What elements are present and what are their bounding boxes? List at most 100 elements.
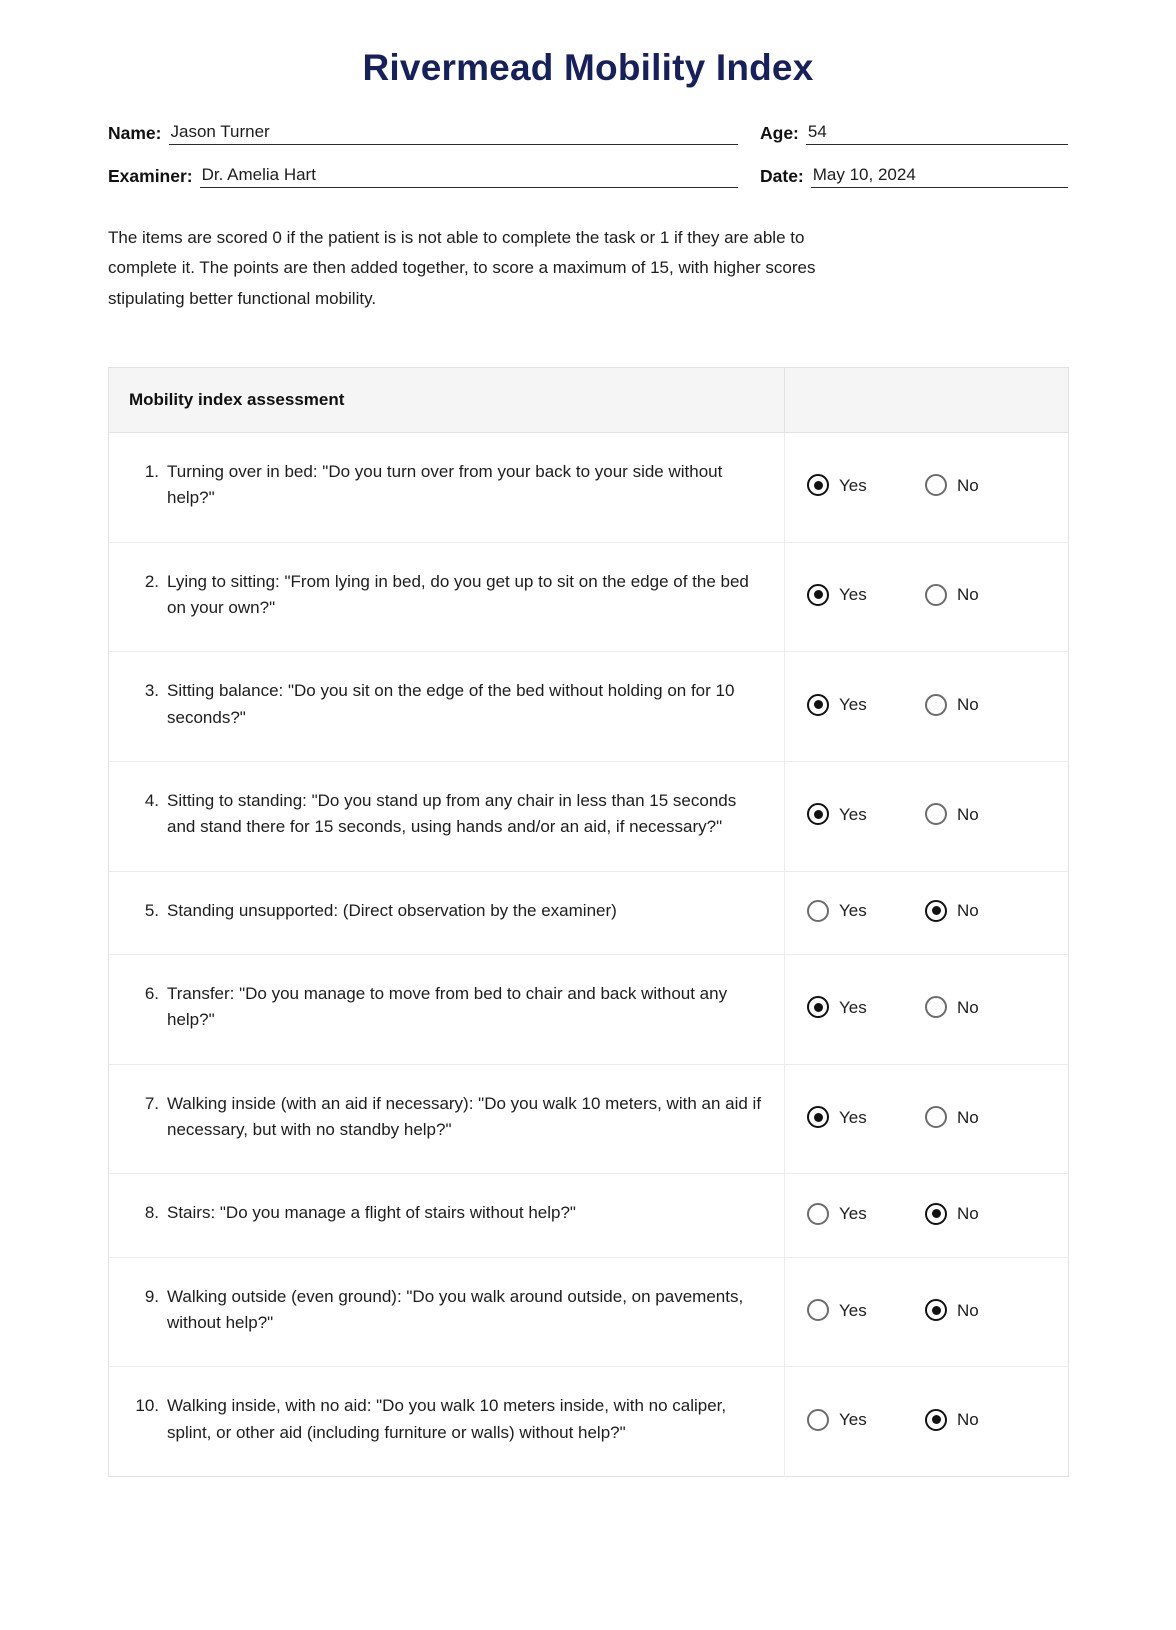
- radio-selected-icon[interactable]: [925, 1299, 947, 1322]
- radio-dot-icon: [813, 590, 823, 600]
- radio-label: Yes: [839, 695, 867, 715]
- radio-dot-icon: [813, 480, 823, 490]
- radio-option-yes[interactable]: Yes: [807, 996, 925, 1019]
- table-body: 1. Turning over in bed: "Do you turn over…: [108, 432, 1069, 1477]
- age-field[interactable]: Age: 54: [738, 121, 1068, 145]
- date-label: Date:: [760, 166, 804, 187]
- column-header-assessment: Mobility index assessment: [108, 367, 785, 433]
- radio-selected-icon[interactable]: [807, 474, 829, 497]
- radio-option-yes[interactable]: Yes: [807, 474, 925, 497]
- assessment-item: 8. Stairs: "Do you manage a flight of sta…: [129, 1200, 768, 1226]
- radio-unselected-icon[interactable]: [925, 996, 947, 1019]
- radio-option-yes[interactable]: Yes: [807, 1408, 925, 1431]
- radio-option-yes[interactable]: Yes: [807, 1106, 925, 1129]
- table-header-row: Mobility index assessment: [108, 367, 1069, 433]
- assessment-item-cell: 5. Standing unsupported: (Direct observat…: [108, 870, 785, 955]
- date-field[interactable]: Date: May 10, 2024: [738, 164, 1068, 189]
- answer-cell: Yes No: [784, 1063, 1069, 1174]
- item-number: 9.: [144, 1286, 159, 1306]
- radio-option-no[interactable]: No: [925, 1408, 1043, 1431]
- radio-dot-icon: [813, 809, 823, 819]
- radio-selected-icon[interactable]: [807, 803, 829, 826]
- radio-unselected-icon[interactable]: [807, 1299, 829, 1322]
- radio-unselected-icon[interactable]: [925, 1106, 947, 1129]
- radio-option-yes[interactable]: Yes: [807, 899, 925, 922]
- assessment-item-cell: 3. Sitting balance: "Do you sit on the ed…: [108, 651, 785, 762]
- item-number: 1.: [144, 461, 159, 481]
- radio-label: Yes: [839, 997, 867, 1017]
- radio-option-no[interactable]: No: [925, 996, 1043, 1019]
- assessment-item-cell: 7. Walking inside (with an aid if necessa…: [108, 1063, 785, 1174]
- radio-option-yes[interactable]: Yes: [807, 803, 925, 826]
- radio-label: No: [957, 1300, 979, 1320]
- radio-label: No: [957, 1107, 979, 1127]
- radio-group: Yes No: [785, 1408, 1058, 1431]
- name-label: Name:: [108, 123, 162, 144]
- table-row: 2. Lying to sitting: "From lying in bed, …: [108, 541, 1069, 652]
- radio-dot-icon: [813, 1112, 823, 1122]
- page-title: Rivermead Mobility Index: [362, 47, 814, 88]
- scoring-instructions: The items are scored 0 if the patient is…: [108, 228, 816, 308]
- radio-option-yes[interactable]: Yes: [807, 693, 925, 716]
- radio-option-no[interactable]: No: [925, 474, 1043, 497]
- name-field[interactable]: Name: Jason Turner: [108, 121, 738, 145]
- radio-option-no[interactable]: No: [925, 803, 1043, 826]
- name-input[interactable]: Jason Turner: [168, 121, 738, 145]
- date-input[interactable]: May 10, 2024: [810, 164, 1068, 189]
- radio-selected-icon[interactable]: [925, 1408, 947, 1431]
- age-input[interactable]: 54: [805, 121, 1068, 145]
- radio-unselected-icon[interactable]: [925, 474, 947, 497]
- radio-selected-icon[interactable]: [925, 1202, 947, 1225]
- table-row: 1. Turning over in bed: "Do you turn over…: [108, 432, 1069, 543]
- answer-cell: Yes No: [784, 651, 1069, 762]
- radio-group: Yes No: [785, 803, 1058, 826]
- radio-label: No: [957, 997, 979, 1017]
- radio-unselected-icon[interactable]: [925, 693, 947, 716]
- answer-cell: Yes No: [784, 1256, 1069, 1367]
- radio-label: No: [957, 1204, 979, 1224]
- radio-option-no[interactable]: No: [925, 1202, 1043, 1225]
- radio-option-no[interactable]: No: [925, 1106, 1043, 1129]
- radio-option-yes[interactable]: Yes: [807, 1202, 925, 1225]
- patient-info-fields: Name: Jason Turner Age: 54 Examiner: Dr.…: [0, 89, 1176, 189]
- radio-option-no[interactable]: No: [925, 583, 1043, 606]
- table-row: 10. Walking inside, with no aid: "Do you …: [108, 1366, 1069, 1477]
- table-row: 3. Sitting balance: "Do you sit on the ed…: [108, 651, 1069, 762]
- radio-label: Yes: [839, 1107, 867, 1127]
- radio-group: Yes No: [785, 583, 1058, 606]
- item-number: 7.: [144, 1093, 159, 1113]
- radio-group: Yes No: [785, 899, 1058, 922]
- radio-selected-icon[interactable]: [807, 693, 829, 716]
- examiner-input[interactable]: Dr. Amelia Hart: [199, 164, 738, 189]
- radio-unselected-icon[interactable]: [807, 899, 829, 922]
- radio-selected-icon[interactable]: [807, 583, 829, 606]
- radio-dot-icon: [931, 1415, 941, 1425]
- radio-option-yes[interactable]: Yes: [807, 583, 925, 606]
- radio-selected-icon[interactable]: [807, 996, 829, 1019]
- radio-option-yes[interactable]: Yes: [807, 1299, 925, 1322]
- radio-unselected-icon[interactable]: [925, 583, 947, 606]
- radio-option-no[interactable]: No: [925, 899, 1043, 922]
- examiner-label: Examiner:: [108, 166, 193, 187]
- radio-selected-icon[interactable]: [807, 1106, 829, 1129]
- radio-option-no[interactable]: No: [925, 1299, 1043, 1322]
- radio-label: Yes: [839, 1300, 867, 1320]
- item-question-text: Walking inside (with an aid if necessary…: [167, 1093, 762, 1140]
- radio-option-no[interactable]: No: [925, 693, 1043, 716]
- radio-unselected-icon[interactable]: [807, 1408, 829, 1431]
- radio-label: No: [957, 475, 979, 495]
- table-row: 8. Stairs: "Do you manage a flight of sta…: [108, 1173, 1069, 1258]
- age-label: Age:: [760, 123, 799, 144]
- assessment-item: 7. Walking inside (with an aid if necessa…: [129, 1091, 768, 1144]
- answer-cell: Yes No: [784, 432, 1069, 543]
- radio-unselected-icon[interactable]: [925, 803, 947, 826]
- examiner-field[interactable]: Examiner: Dr. Amelia Hart: [108, 164, 738, 189]
- answer-cell: Yes No: [784, 1173, 1069, 1258]
- item-question-text: Lying to sitting: "From lying in bed, do…: [167, 571, 749, 617]
- assessment-item: 1. Turning over in bed: "Do you turn over…: [129, 459, 768, 512]
- assessment-item: 10. Walking inside, with no aid: "Do you …: [129, 1393, 768, 1446]
- radio-selected-icon[interactable]: [925, 899, 947, 922]
- radio-dot-icon: [931, 1209, 941, 1219]
- radio-dot-icon: [813, 1002, 823, 1012]
- radio-unselected-icon[interactable]: [807, 1202, 829, 1225]
